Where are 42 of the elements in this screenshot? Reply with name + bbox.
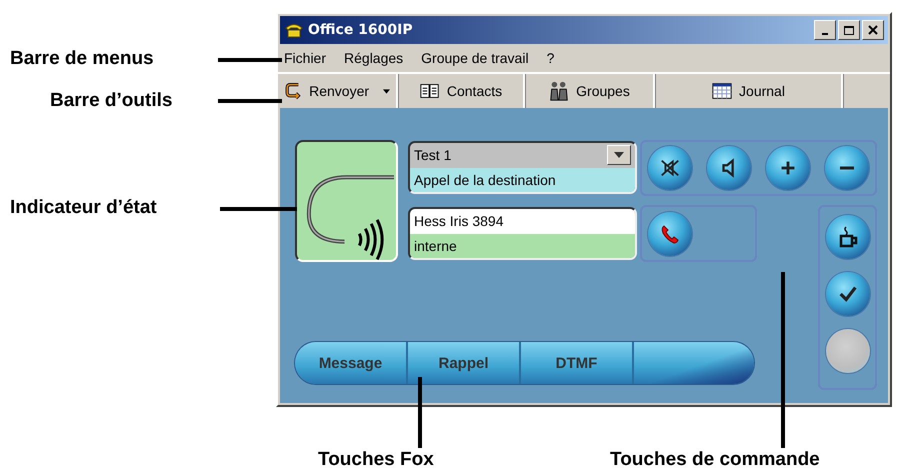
telephone-icon — [284, 21, 304, 39]
menu-item[interactable]: Réglages — [344, 50, 404, 66]
muted-speaker-icon — [659, 157, 681, 179]
close-button[interactable] — [862, 20, 884, 40]
mute-button[interactable] — [648, 146, 692, 190]
menu-item[interactable]: Fichier — [284, 50, 326, 66]
calendar-icon — [711, 80, 734, 102]
minus-icon — [840, 166, 854, 170]
forward-arrow-icon — [284, 80, 304, 102]
call-line-display[interactable]: Hess Iris 3894 interne — [408, 207, 637, 260]
call-status: interne — [410, 234, 635, 258]
close-icon — [867, 25, 879, 35]
callout-label: Touches Fox — [318, 449, 434, 471]
caller-name: Test 1 — [414, 147, 452, 164]
caret-icon — [614, 152, 624, 158]
speaker-button[interactable] — [707, 146, 751, 190]
minimize-button[interactable] — [814, 20, 836, 40]
fox-key[interactable]: Message — [295, 342, 408, 384]
window-title: Office 1600IP — [308, 22, 414, 38]
callout-label: Touches de commande — [610, 449, 820, 471]
menu-item[interactable]: ? — [546, 50, 554, 66]
volume-up-button[interactable] — [766, 146, 810, 190]
pause-button[interactable] — [826, 215, 870, 259]
people-icon — [548, 80, 570, 102]
blank-button[interactable] — [826, 329, 870, 373]
hang-up-button[interactable] — [648, 212, 692, 256]
menu-item[interactable]: Groupe de travail — [421, 50, 529, 66]
caret-icon — [383, 88, 390, 94]
confirm-button[interactable] — [826, 272, 870, 316]
volume-down-button[interactable] — [825, 146, 869, 190]
call-status: Appel de la destination — [410, 168, 635, 192]
fox-key[interactable]: DTMF — [521, 342, 634, 384]
call-line-display[interactable]: Test 1 Appel de la destination — [408, 141, 637, 194]
minimize-icon — [822, 32, 828, 34]
dropdown-button[interactable] — [607, 145, 631, 166]
callout-label: Barre de menus — [10, 48, 154, 70]
fox-key[interactable]: Rappel — [408, 342, 521, 384]
maximize-button[interactable] — [838, 20, 860, 40]
callout-label: Indicateur d’état — [10, 197, 157, 219]
callout-label: Barre d’outils — [50, 90, 172, 112]
caller-name: Hess Iris 3894 — [414, 213, 504, 230]
maximize-icon — [843, 25, 855, 35]
